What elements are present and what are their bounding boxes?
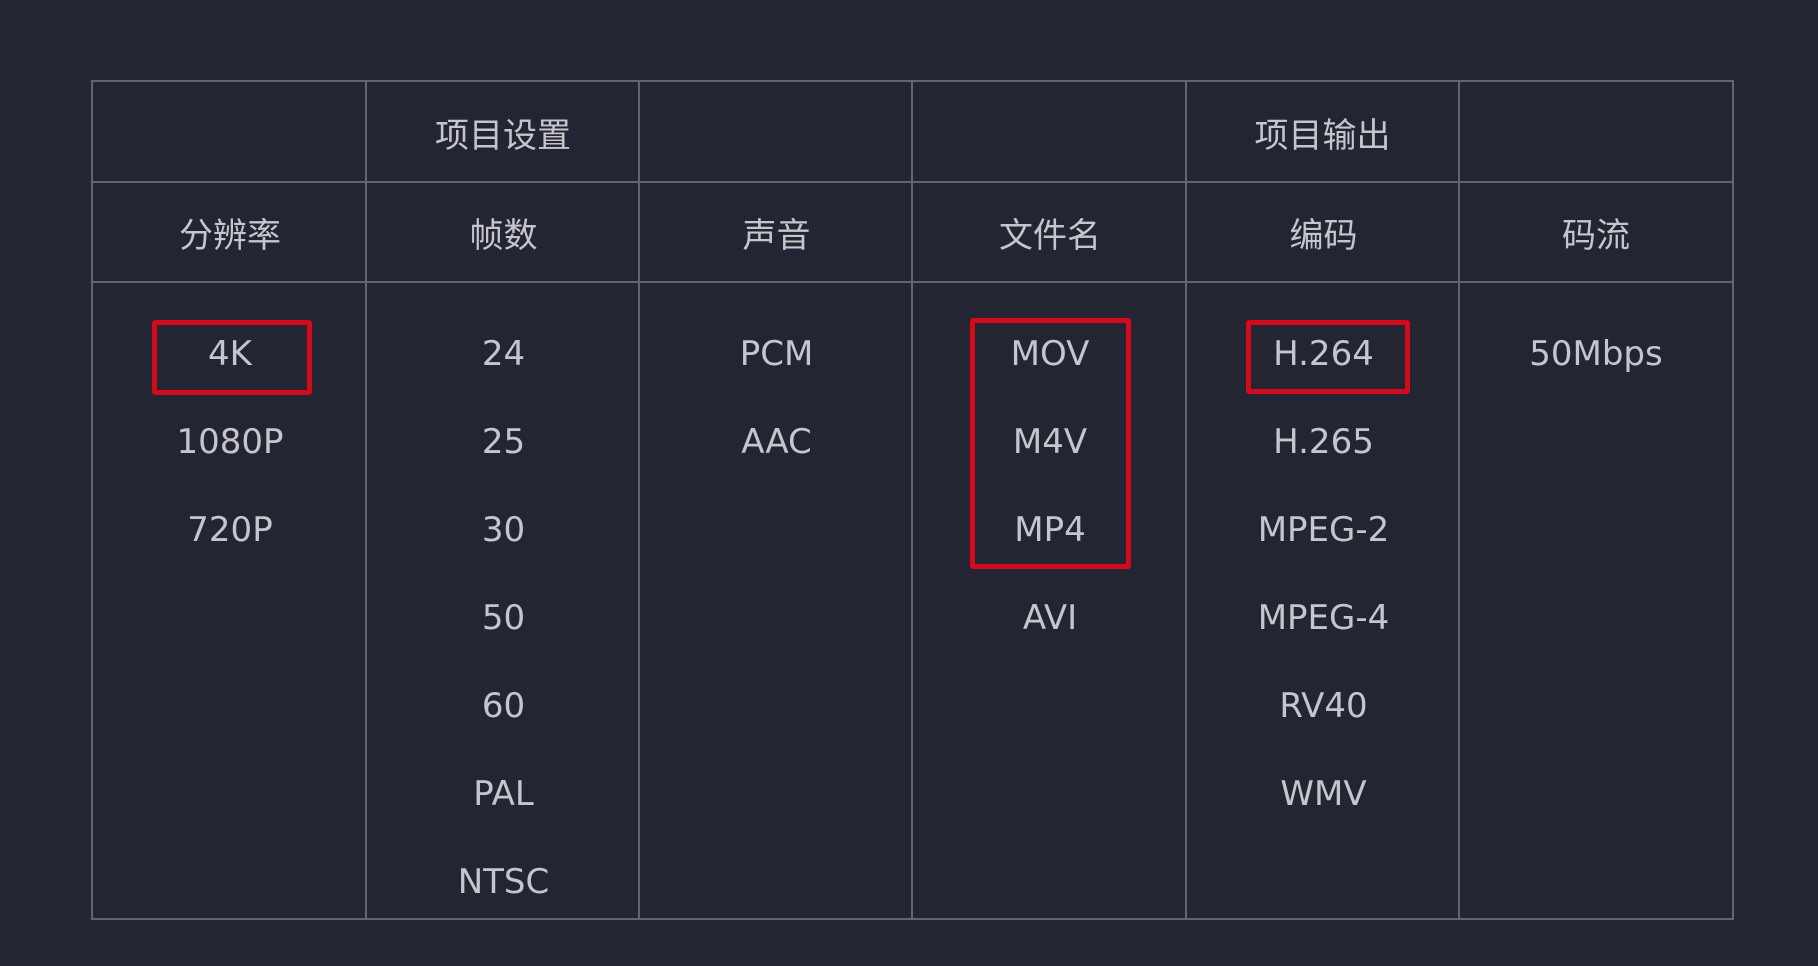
list-item: AAC: [741, 422, 812, 462]
column-header-audio: 声音: [742, 215, 811, 256]
column-bitrate: 50Mbps: [1460, 282, 1732, 918]
list-item: 50Mbps: [1529, 334, 1663, 374]
column-header-codec: 编码: [1289, 215, 1358, 256]
list-item: 720P: [187, 510, 273, 550]
column-header-frame-rate: 帧数: [469, 215, 538, 256]
column-header-bitrate: 码流: [1562, 215, 1630, 256]
list-item: 1080P: [176, 422, 284, 462]
settings-table: 项目设置 项目输出 分辨率 帧数 声音 文件名 编码 码流 4K 1080P 7…: [91, 80, 1734, 920]
list-item: 24: [481, 334, 526, 374]
column-header-file-format: 文件名: [999, 215, 1101, 256]
column-frame-rate: 24 25 30 50 60 PAL NTSC: [367, 282, 640, 918]
list-item: MPEG-2: [1257, 510, 1390, 550]
list-item: 50: [481, 598, 526, 638]
list-item: RV40: [1279, 686, 1368, 726]
column-header-resolution: 分辨率: [179, 215, 281, 256]
highlight-box-resolution: [152, 320, 312, 395]
list-item: WMV: [1280, 774, 1367, 814]
group-title-project-output: 项目输出: [1254, 115, 1391, 156]
list-item: 60: [481, 686, 526, 726]
list-item: NTSC: [457, 862, 550, 902]
list-item: H.265: [1273, 422, 1374, 462]
column-audio: PCM AAC: [640, 282, 913, 918]
list-item: 25: [481, 422, 526, 462]
group-title-project-settings: 项目设置: [435, 115, 571, 156]
list-item: AVI: [1022, 598, 1078, 638]
list-item: PAL: [473, 774, 534, 814]
list-item: MPEG-4: [1257, 598, 1390, 638]
list-item: 30: [481, 510, 526, 550]
list-item: PCM: [739, 334, 814, 374]
highlight-box-codec: [1246, 320, 1410, 394]
highlight-box-file-format: [970, 318, 1131, 569]
